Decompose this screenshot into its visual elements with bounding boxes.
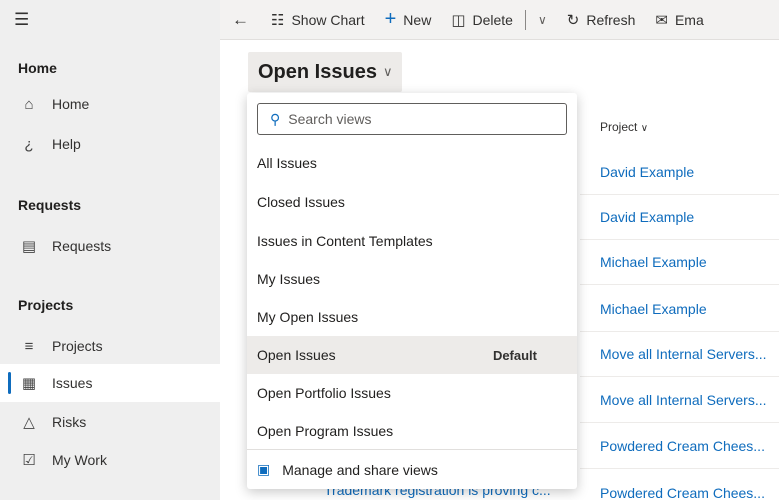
table-row[interactable]: Michael Example: [580, 287, 779, 332]
email-label: Ema: [674, 11, 704, 28]
view-option[interactable]: Open Program Issues: [247, 412, 577, 450]
search-icon: ⚲: [270, 110, 281, 127]
sidebar-item-label: My Work: [52, 452, 107, 468]
home-icon: ⌂: [24, 95, 34, 113]
sidebar: ☰ Home ⌂ Home ¿ Help Requests ▤ Requests…: [0, 0, 220, 500]
table-row[interactable]: David Example: [580, 150, 779, 195]
back-button[interactable]: ←: [220, 0, 261, 39]
projects-icon: ≡: [24, 337, 34, 355]
delete-button[interactable]: ◫ Delete: [441, 0, 523, 39]
email-icon: ✉: [655, 11, 668, 29]
sidebar-item-help[interactable]: ¿ Help: [0, 125, 220, 163]
view-option[interactable]: My Open Issues: [247, 298, 577, 336]
risks-icon: △: [23, 414, 35, 431]
show-chart-button[interactable]: ☷ Show Chart: [261, 0, 375, 39]
table-row[interactable]: Powdered Cream Chees...: [580, 470, 779, 500]
sidebar-item-label: Requests: [52, 238, 112, 254]
sidebar-item-label: Issues: [52, 375, 93, 391]
page-title: Open Issues: [258, 60, 377, 83]
table-row[interactable]: Powdered Cream Chees...: [580, 424, 779, 469]
chevron-down-icon: ∨: [537, 12, 547, 27]
sidebar-item-label: Risks: [52, 414, 87, 430]
chevron-down-icon: ∨: [382, 64, 393, 79]
refresh-icon: ↻: [566, 11, 580, 29]
manage-views-button[interactable]: ▣ Manage and share views: [247, 449, 577, 489]
new-button[interactable]: + New: [375, 0, 442, 39]
plus-icon: +: [384, 8, 397, 30]
table-row[interactable]: David Example: [580, 195, 779, 240]
column-header-project[interactable]: Project ∨: [600, 120, 648, 134]
sidebar-item-requests[interactable]: ▤ Requests: [0, 227, 220, 265]
sidebar-item-projects[interactable]: ≡ Projects: [0, 327, 220, 365]
back-arrow-icon: ←: [232, 9, 249, 29]
sidebar-item-risks[interactable]: △ Risks: [0, 403, 220, 441]
sidebar-item-issues[interactable]: ▦ Issues: [0, 364, 220, 402]
view-selector-dropdown: ⚲ Search views All Issues Closed Issues …: [247, 93, 577, 489]
manage-views-label: Manage and share views: [282, 461, 438, 478]
issues-icon: ▦: [21, 375, 37, 392]
new-label: New: [403, 11, 432, 28]
sidebar-item-label: Projects: [52, 338, 103, 354]
requests-icon: ▤: [21, 238, 37, 255]
manage-views-icon: ▣: [257, 461, 271, 477]
view-option-selected[interactable]: Open Issues Default: [247, 336, 577, 374]
separator: [524, 9, 526, 30]
table-row[interactable]: Move all Internal Servers...: [580, 378, 779, 423]
email-button[interactable]: ✉ Ema: [645, 0, 713, 39]
refresh-label: Refresh: [586, 11, 636, 28]
search-placeholder: Search views: [288, 111, 372, 127]
delete-label: Delete: [472, 11, 513, 28]
table-row[interactable]: Michael Example: [580, 240, 779, 285]
view-option[interactable]: My Issues: [247, 260, 577, 298]
hamburger-icon[interactable]: ☰: [0, 0, 220, 40]
view-option[interactable]: Issues in Content Templates: [247, 222, 577, 260]
view-selector-button[interactable]: Open Issues ∨: [248, 52, 403, 92]
trash-icon: ◫: [451, 11, 466, 29]
show-chart-label: Show Chart: [291, 11, 365, 28]
mywork-icon: ☑: [22, 452, 36, 469]
chevron-down-icon: ∨: [640, 123, 649, 134]
sidebar-item-my-work[interactable]: ☑ My Work: [0, 441, 220, 479]
help-icon: ¿: [24, 135, 34, 153]
default-badge: Default: [492, 347, 537, 363]
search-views-input[interactable]: ⚲ Search views: [257, 103, 567, 135]
sidebar-item-label: Help: [52, 136, 81, 152]
command-bar: ← ☷ Show Chart + New ◫ Delete ∨ ↻ Refres…: [220, 0, 779, 40]
chart-icon: ☷: [271, 11, 285, 29]
column-header-label: Project: [600, 120, 638, 134]
more-dropdown-button[interactable]: ∨: [528, 0, 557, 39]
view-option[interactable]: Closed Issues: [247, 183, 577, 221]
table-row[interactable]: Move all Internal Servers...: [580, 332, 779, 377]
group-title-projects: Projects: [18, 297, 74, 313]
view-option[interactable]: Open Portfolio Issues: [247, 374, 577, 412]
refresh-button[interactable]: ↻ Refresh: [557, 0, 646, 39]
group-title-requests: Requests: [18, 197, 82, 213]
sidebar-item-home[interactable]: ⌂ Home: [0, 85, 220, 123]
sidebar-item-label: Home: [52, 96, 90, 112]
group-title-home: Home: [18, 60, 57, 76]
view-option-label: Open Issues: [257, 347, 336, 363]
view-option[interactable]: All Issues: [247, 144, 577, 182]
